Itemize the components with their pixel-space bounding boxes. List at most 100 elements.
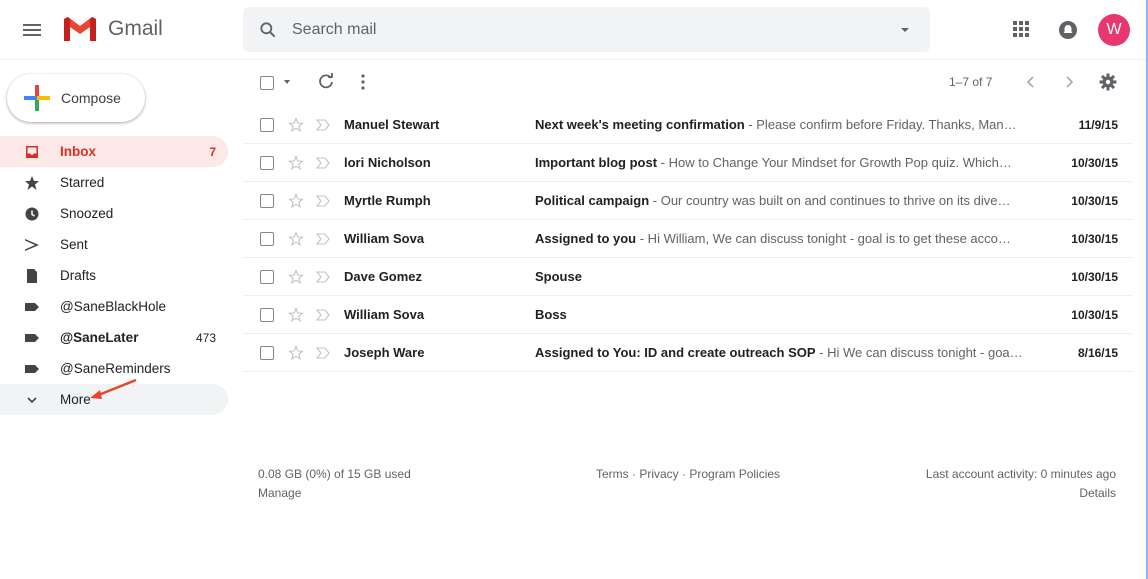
pagination-text: 1–7 of 7 (949, 75, 993, 89)
program-policies-link[interactable]: Program Policies (689, 467, 780, 481)
sidebar-item-starred[interactable]: Starred (0, 167, 228, 198)
email-date: 10/30/15 (1071, 194, 1118, 208)
send-icon (24, 237, 40, 253)
chevron-left-icon[interactable] (1023, 74, 1039, 90)
compose-plus-icon (24, 85, 50, 111)
email-snippet: - Our country was built on and continues… (649, 193, 1011, 208)
importance-marker-icon[interactable] (315, 194, 331, 208)
row-checkbox[interactable] (260, 232, 274, 246)
star-icon[interactable] (288, 117, 304, 133)
email-date: 11/9/15 (1078, 118, 1118, 132)
email-sender: Joseph Ware (344, 345, 425, 360)
last-activity: Last account activity: 0 minutes ago (925, 467, 1116, 481)
row-checkbox[interactable] (260, 194, 274, 208)
email-sender: William Sova (344, 307, 425, 322)
sidebar-item-label: @SaneBlackHole (60, 299, 167, 314)
chevron-down-icon (24, 392, 40, 408)
email-sender: William Sova (344, 231, 425, 246)
refresh-icon[interactable] (316, 72, 336, 92)
row-checkbox[interactable] (260, 346, 274, 360)
notifications-icon[interactable] (1058, 20, 1078, 40)
row-checkbox[interactable] (260, 308, 274, 322)
email-date: 10/30/15 (1071, 232, 1118, 246)
email-subject: Political campaign (535, 193, 650, 208)
email-date: 10/30/15 (1071, 156, 1118, 170)
compose-button[interactable]: Compose (7, 74, 145, 122)
sidebar-item-label: Inbox (60, 144, 96, 159)
search-input[interactable] (292, 20, 852, 39)
star-icon[interactable] (288, 269, 304, 285)
message-toolbar: 1–7 of 7 (243, 64, 1143, 100)
email-preview: Assigned to you - Hi William, We can dis… (535, 231, 1023, 246)
importance-marker-icon[interactable] (315, 270, 331, 284)
email-row[interactable]: Joseph Ware Assigned to You: ID and creat… (243, 334, 1132, 372)
manage-storage-link[interactable]: Manage (258, 486, 301, 500)
sidebar-item-label: Sent (60, 237, 88, 252)
email-date: 8/16/15 (1077, 346, 1118, 360)
more-options-icon[interactable] (355, 72, 371, 92)
settings-gear-icon[interactable] (1098, 72, 1118, 92)
email-subject: Important blog post (535, 155, 658, 170)
importance-marker-icon[interactable] (315, 308, 331, 322)
sidebar-item-label: Starred (60, 175, 105, 190)
account-avatar[interactable]: W (1098, 14, 1130, 46)
email-preview: Boss (535, 307, 1023, 322)
email-preview: Important blog post - How to Change Your… (535, 155, 1023, 170)
sidebar-item-label: @SaneLater (60, 330, 139, 345)
email-snippet: - Hi William, We can discuss tonight - g… (636, 231, 1011, 246)
star-icon[interactable] (288, 345, 304, 361)
activity-details-link[interactable]: Details (1079, 486, 1116, 500)
sidebar-item-sanelater[interactable]: @SaneLater 473 (0, 322, 228, 353)
sidebar-item-sent[interactable]: Sent (0, 229, 228, 260)
importance-marker-icon[interactable] (315, 156, 331, 170)
email-preview: Political campaign - Our country was bui… (535, 193, 1023, 208)
terms-link[interactable]: Terms (596, 467, 629, 481)
select-all-checkbox[interactable] (260, 76, 274, 90)
search-options-icon[interactable] (900, 25, 910, 35)
importance-marker-icon[interactable] (315, 118, 331, 132)
gmail-logo[interactable]: Gmail (62, 15, 163, 43)
app-name: Gmail (108, 17, 163, 40)
top-bar: Gmail W (0, 0, 1148, 60)
sidebar-item-saneblackhole[interactable]: @SaneBlackHole (0, 291, 228, 322)
apps-grid-icon[interactable] (1012, 20, 1030, 38)
star-icon[interactable] (288, 155, 304, 171)
email-date: 10/30/15 (1071, 308, 1118, 322)
email-row[interactable]: Manuel Stewart Next week's meeting confir… (243, 106, 1132, 144)
row-checkbox[interactable] (260, 270, 274, 284)
star-icon[interactable] (288, 307, 304, 323)
importance-marker-icon[interactable] (315, 232, 331, 246)
select-dropdown-icon[interactable] (283, 78, 291, 86)
sidebar-item-drafts[interactable]: Drafts (0, 260, 228, 291)
email-sender: Manuel Stewart (344, 117, 440, 132)
email-sender: Myrtle Rumph (344, 193, 431, 208)
footer-links: Terms · Privacy · Program Policies (596, 467, 780, 481)
email-row[interactable]: William Sova Assigned to you - Hi William… (243, 220, 1132, 258)
row-checkbox[interactable] (260, 156, 274, 170)
file-icon (24, 268, 40, 284)
email-subject: Spouse (535, 269, 582, 284)
sidebar-item-label: Drafts (60, 268, 97, 283)
search-icon[interactable] (258, 20, 278, 40)
email-row[interactable]: William Sova Boss 10/30/15 (243, 296, 1132, 334)
email-row[interactable]: lori Nicholson Important blog post - How … (243, 144, 1132, 182)
privacy-link[interactable]: Privacy (639, 467, 678, 481)
importance-marker-icon[interactable] (315, 346, 331, 360)
email-subject: Assigned to you (535, 231, 637, 246)
sidebar-nav: Inbox 7 Starred Snoozed Sent Drafts @San… (0, 136, 228, 415)
sidebar-item-snoozed[interactable]: Snoozed (0, 198, 228, 229)
main-menu-icon[interactable] (20, 18, 44, 42)
email-row[interactable]: Dave Gomez Spouse 10/30/15 (243, 258, 1132, 296)
row-checkbox[interactable] (260, 118, 274, 132)
star-icon[interactable] (288, 231, 304, 247)
email-row[interactable]: Myrtle Rumph Political campaign - Our cou… (243, 182, 1132, 220)
sidebar-item-inbox[interactable]: Inbox 7 (0, 136, 228, 167)
chevron-right-icon[interactable] (1061, 74, 1077, 90)
star-icon[interactable] (288, 193, 304, 209)
sidebar-item-label: More (60, 392, 91, 407)
storage-usage: 0.08 GB (0%) of 15 GB used (258, 467, 411, 481)
email-sender: lori Nicholson (344, 155, 431, 170)
email-snippet: - Please confirm before Friday. Thanks, … (744, 117, 1017, 132)
sidebar-item-label: @SaneReminders (60, 361, 171, 376)
email-subject: Next week's meeting confirmation (535, 117, 745, 132)
